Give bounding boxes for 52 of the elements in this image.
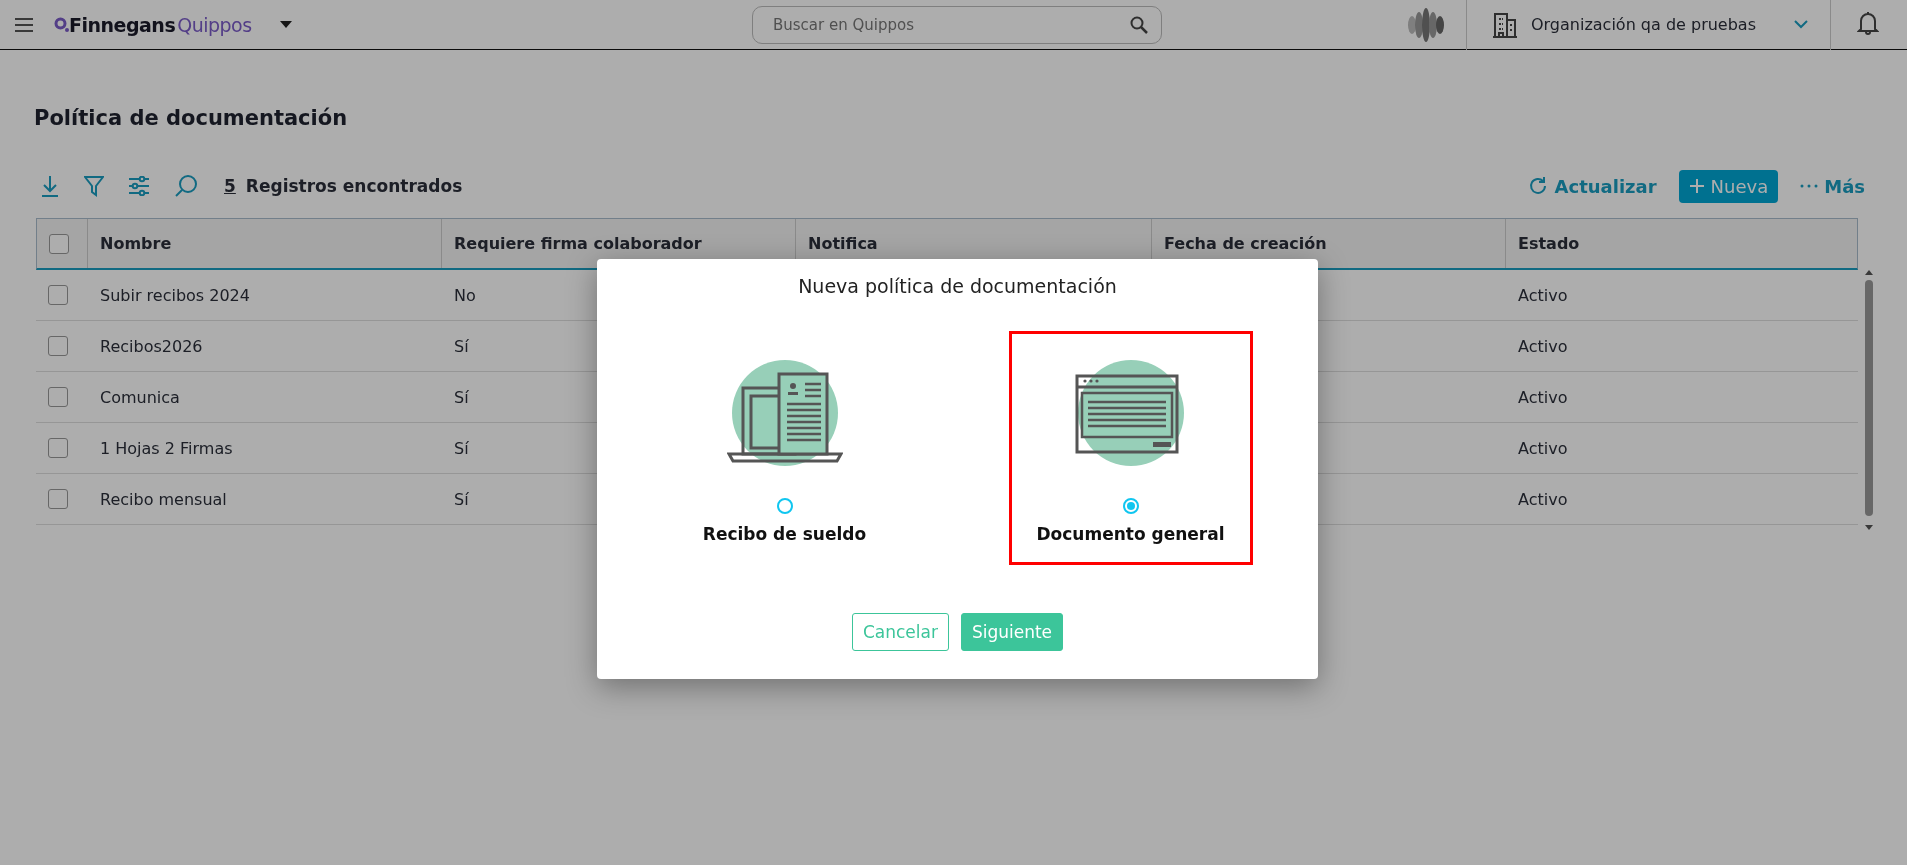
- plus-icon: [1688, 178, 1705, 194]
- table-cell: Sí: [454, 387, 469, 407]
- option-card[interactable]: Documento general: [1008, 331, 1253, 565]
- table-cell: Activo: [1518, 489, 1568, 509]
- table-cell: 1 Hojas 2 Firmas: [100, 438, 233, 458]
- dialog-title: Nueva política de documentación: [798, 275, 1117, 297]
- option-card[interactable]: Recibo de sueldo: [662, 331, 907, 565]
- checkbox[interactable]: [48, 438, 68, 458]
- search-field[interactable]: Buscar en Quippos: [751, 5, 1162, 44]
- option-label: Recibo de sueldo: [702, 524, 867, 544]
- table-cell: Sí: [454, 489, 469, 509]
- radio-button[interactable]: [776, 498, 793, 514]
- table-cell: Activo: [1518, 387, 1568, 407]
- table-cell: Subir recibos 2024: [100, 285, 250, 305]
- search-icon[interactable]: [1129, 15, 1148, 34]
- building-icon: [1492, 11, 1517, 38]
- table-cell: Sí: [454, 336, 469, 356]
- chevron-down-icon[interactable]: [1794, 20, 1808, 29]
- logo-icon: [54, 17, 69, 32]
- page-title: Política de documentación: [34, 106, 349, 130]
- filter-icon[interactable]: [84, 175, 104, 197]
- option-label: Documento general: [1036, 524, 1225, 544]
- radio-button[interactable]: [1122, 498, 1139, 514]
- table-cell: Recibo mensual: [100, 489, 227, 509]
- organization-name[interactable]: Organización qa de pruebas: [1530, 15, 1756, 34]
- table-cell: No: [454, 285, 476, 305]
- checkbox[interactable]: [49, 233, 69, 254]
- table-cell: Comunica: [100, 387, 180, 407]
- download-icon[interactable]: [40, 175, 60, 197]
- column-header[interactable]: Estado: [1505, 219, 1859, 268]
- brand-name: Finnegans: [69, 13, 176, 36]
- records-label: Registros encontrados: [245, 176, 463, 196]
- checkbox[interactable]: [48, 336, 68, 356]
- bell-icon[interactable]: [1857, 10, 1879, 35]
- checkbox[interactable]: [48, 387, 68, 407]
- search-icon[interactable]: [174, 174, 198, 198]
- table-cell: Activo: [1518, 336, 1568, 356]
- checkbox[interactable]: [48, 285, 68, 305]
- checkbox[interactable]: [48, 489, 68, 509]
- table-cell: Sí: [454, 438, 469, 458]
- caret-icon[interactable]: [279, 20, 292, 29]
- sliders-icon[interactable]: [128, 176, 150, 196]
- record-count: 5: [224, 176, 236, 196]
- table-cell: Activo: [1518, 285, 1568, 305]
- menu-icon[interactable]: [14, 16, 34, 33]
- table-cell: Recibos2026: [100, 336, 203, 356]
- more-icon: [1800, 184, 1819, 188]
- column-header[interactable]: Nombre: [87, 219, 441, 268]
- brand-name: Quippos: [177, 13, 252, 36]
- table-cell: Activo: [1518, 438, 1568, 458]
- scrollbar[interactable]: [1862, 270, 1876, 530]
- wave-logo-icon: [1405, 7, 1446, 42]
